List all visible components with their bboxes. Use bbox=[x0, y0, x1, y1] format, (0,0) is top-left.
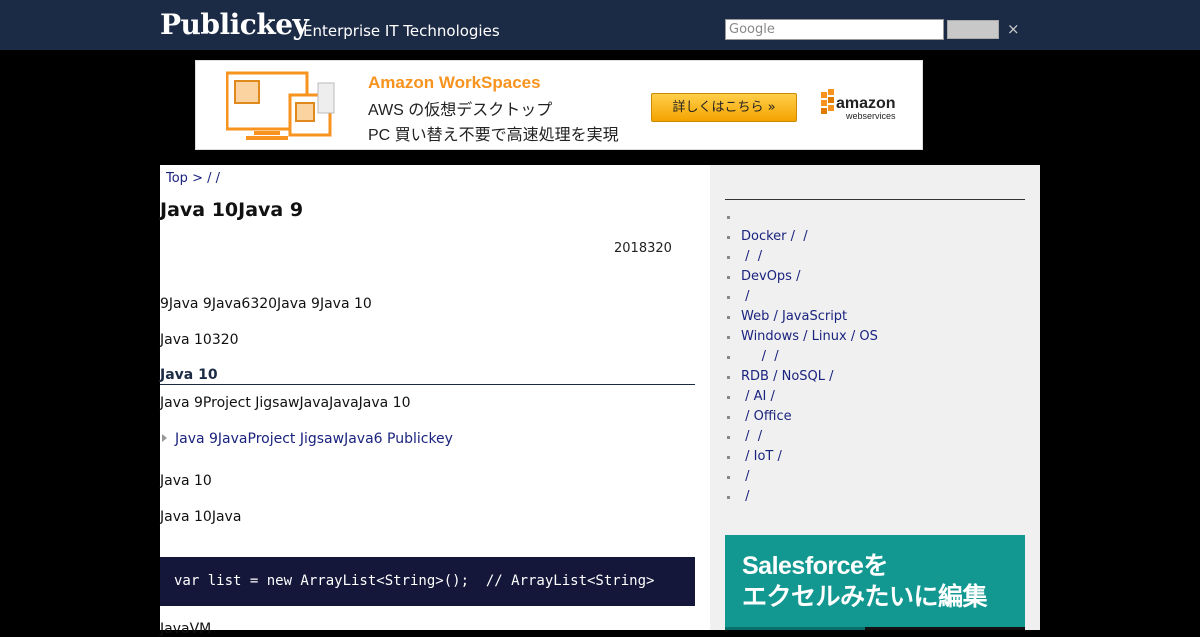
category-item[interactable]: / / bbox=[725, 347, 878, 367]
desktop-illustration-icon bbox=[226, 71, 335, 140]
category-link[interactable]: / AI / bbox=[741, 389, 775, 404]
category-item[interactable]: / / bbox=[725, 247, 878, 267]
category-item[interactable]: Web / JavaScript bbox=[725, 307, 878, 327]
category-item[interactable]: / bbox=[725, 287, 878, 307]
category-item[interactable] bbox=[725, 207, 878, 227]
article-paragraph: Java 10Java bbox=[160, 509, 242, 525]
bullet-icon bbox=[727, 396, 730, 399]
category-item[interactable]: / / bbox=[725, 427, 878, 447]
category-link[interactable]: / bbox=[741, 489, 749, 504]
ad-details-button[interactable]: 詳しくはこちら » bbox=[651, 93, 797, 122]
salesforce-ad-line-1: Salesforceを bbox=[742, 552, 888, 580]
article-paragraph: Java 9Project JigsawJavaJavaJava 10 bbox=[160, 395, 411, 411]
article-paragraph: JavaVM bbox=[160, 621, 212, 637]
bullet-icon bbox=[727, 416, 730, 419]
aws-brand-text: amazon bbox=[836, 95, 896, 112]
article-paragraph: 9Java 9Java6320Java 9Java 10 bbox=[160, 296, 372, 312]
breadcrumb-top-link[interactable]: Top bbox=[166, 171, 188, 186]
category-link[interactable]: Windows / Linux / OS bbox=[741, 329, 878, 344]
salesforce-ad-line-2: エクセルみたいに編集 bbox=[742, 583, 988, 611]
site-logo[interactable]: Publickey bbox=[160, 8, 309, 41]
related-article-link[interactable]: Java 9JavaProject JigsawJava6 Publickey bbox=[175, 431, 453, 447]
category-link[interactable]: DevOps / bbox=[741, 269, 800, 284]
category-link[interactable]: Docker / / bbox=[741, 229, 808, 244]
aws-logo-icon: amazon webservices bbox=[821, 89, 896, 121]
category-link[interactable]: / Office bbox=[741, 409, 791, 424]
ad-line-1: AWS の仮想デスクトップ bbox=[368, 102, 553, 119]
category-item[interactable]: / bbox=[725, 467, 878, 487]
category-item[interactable]: Docker / / bbox=[725, 227, 878, 247]
category-link[interactable]: / / bbox=[741, 349, 779, 364]
bullet-icon bbox=[727, 296, 730, 299]
close-icon[interactable]: × bbox=[1007, 20, 1020, 38]
category-item[interactable]: Windows / Linux / OS bbox=[725, 327, 878, 347]
bullet-icon bbox=[727, 456, 730, 459]
code-block: var list = new ArrayList<String>(); // A… bbox=[160, 557, 695, 606]
category-item[interactable]: / IoT / bbox=[725, 447, 878, 467]
category-link[interactable]: / / bbox=[741, 429, 762, 444]
bullet-icon bbox=[727, 476, 730, 479]
bullet-icon bbox=[727, 316, 730, 319]
article-paragraph: Java 10320 bbox=[160, 332, 239, 348]
search-button[interactable] bbox=[947, 20, 999, 39]
category-link[interactable]: / bbox=[741, 289, 749, 304]
page-title: Java 10Java 9 bbox=[160, 199, 304, 221]
bullet-icon bbox=[727, 356, 730, 359]
bullet-icon bbox=[727, 496, 730, 499]
category-link[interactable]: RDB / NoSQL / bbox=[741, 369, 834, 384]
breadcrumb: Top > / / bbox=[166, 171, 220, 186]
category-list: Docker / / / / DevOps / / Web / JavaScri… bbox=[725, 207, 878, 507]
category-link[interactable]: / bbox=[741, 469, 749, 484]
article-date: 2018320 bbox=[614, 241, 672, 256]
site-header: Publickey Enterprise IT Technologies Goo… bbox=[0, 0, 1200, 50]
site-tagline: Enterprise IT Technologies bbox=[303, 22, 500, 40]
search-input[interactable]: Google bbox=[725, 19, 944, 40]
bullet-icon bbox=[727, 236, 730, 239]
sidebar: Docker / / / / DevOps / / Web / JavaScri… bbox=[710, 165, 1040, 630]
category-item[interactable]: DevOps / bbox=[725, 267, 878, 287]
category-link[interactable]: Web / JavaScript bbox=[741, 309, 847, 324]
bullet-icon bbox=[727, 336, 730, 339]
ad-title: Amazon WorkSpaces bbox=[368, 73, 541, 92]
category-link[interactable]: / / bbox=[741, 249, 762, 264]
article-column: Top > / / Java 10Java 9 2018320 9Java 9J… bbox=[160, 165, 710, 637]
salesforce-ad[interactable]: Salesforceを エクセルみたいに編集 bbox=[725, 535, 1025, 630]
category-link[interactable]: / IoT / bbox=[741, 449, 782, 464]
category-item[interactable]: / Office bbox=[725, 407, 878, 427]
sidebar-divider bbox=[725, 199, 1025, 200]
aws-brand-subtext: webservices bbox=[845, 111, 896, 121]
banner-ad[interactable]: Amazon WorkSpaces AWS の仮想デスクトップ PC 買い替え不… bbox=[195, 60, 923, 150]
arrow-right-icon bbox=[162, 434, 167, 442]
bullet-icon bbox=[727, 376, 730, 379]
category-item[interactable]: RDB / NoSQL / bbox=[725, 367, 878, 387]
bullet-icon bbox=[727, 436, 730, 439]
category-item[interactable]: / AI / bbox=[725, 387, 878, 407]
bullet-icon bbox=[727, 216, 730, 219]
category-item[interactable]: / bbox=[725, 487, 878, 507]
breadcrumb-trail: > / / bbox=[187, 171, 220, 186]
article-paragraph: Java 10 bbox=[160, 473, 212, 489]
section-heading: Java 10 bbox=[160, 367, 695, 385]
salesforce-ad-text: Salesforceを エクセルみたいに編集 bbox=[742, 551, 988, 613]
bullet-icon bbox=[727, 256, 730, 259]
bullet-icon bbox=[727, 276, 730, 279]
ad-line-2: PC 買い替え不要で高速処理を実現 bbox=[368, 127, 619, 144]
